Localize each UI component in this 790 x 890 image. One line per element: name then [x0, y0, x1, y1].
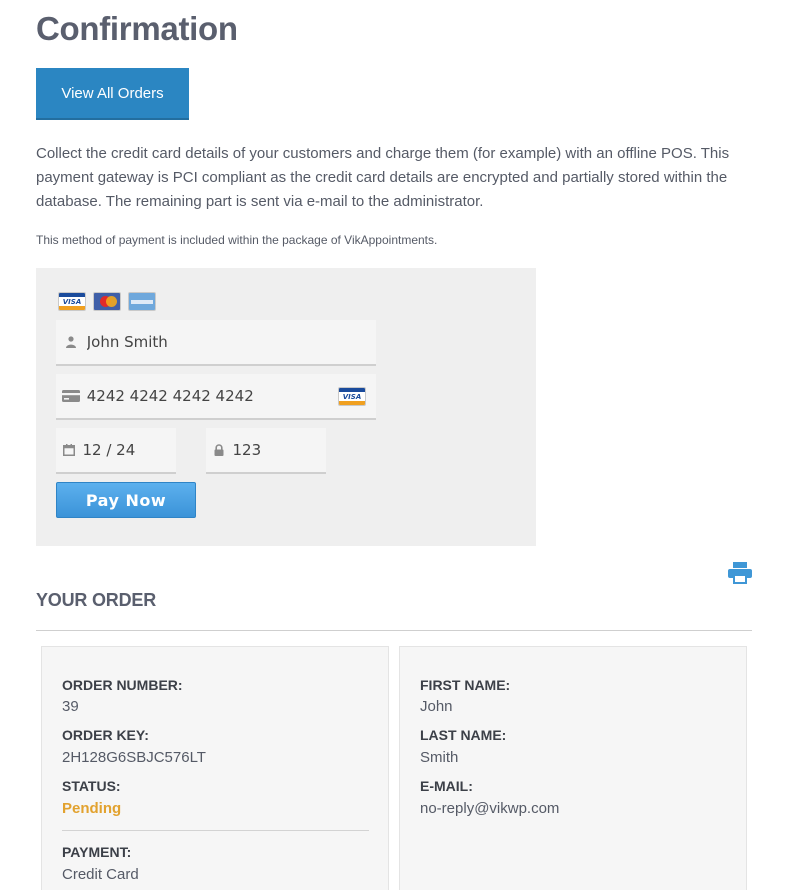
mastercard-card-icon [93, 292, 121, 311]
lock-icon [206, 444, 233, 456]
calendar-icon [56, 444, 83, 456]
credit-card-icon [56, 390, 87, 402]
order-details-panel: ORDER NUMBER: 39 ORDER KEY: 2H128G6SBJC5… [41, 646, 389, 890]
cardholder-name-field[interactable] [56, 320, 376, 366]
first-name-label: FIRST NAME: [420, 677, 511, 693]
amex-card-icon [128, 292, 156, 311]
order-number-label: ORDER NUMBER: [62, 677, 183, 693]
order-key-value: 2H128G6SBJC576LT [62, 749, 206, 766]
card-number-field[interactable]: VISA [56, 374, 376, 420]
last-name-label: LAST NAME: [420, 727, 507, 743]
detected-visa-card-icon: VISA [338, 387, 366, 406]
cardholder-name-input[interactable] [86, 333, 376, 351]
email-value: no-reply@vikwp.com [420, 800, 560, 817]
cvc-field[interactable] [206, 428, 326, 474]
accepted-cards: VISA [58, 292, 156, 311]
user-icon [56, 336, 87, 348]
payment-label: PAYMENT: [62, 844, 132, 860]
cvc-input[interactable] [232, 441, 326, 459]
panel-divider [62, 830, 369, 831]
status-badge: Pending [62, 800, 122, 817]
customer-details-panel: FIRST NAME: John LAST NAME: Smith E-MAIL… [399, 646, 747, 890]
payment-description: Collect the credit card details of your … [36, 145, 730, 210]
visa-card-icon: VISA [58, 292, 86, 311]
status-label: STATUS: [62, 778, 121, 794]
card-number-input[interactable] [86, 387, 376, 405]
divider [36, 630, 752, 631]
payment-note: This method of payment is included withi… [36, 233, 438, 247]
first-name-value: John [420, 698, 453, 715]
your-order-heading: YOUR ORDER [36, 590, 157, 610]
expiry-input[interactable] [82, 441, 176, 459]
page-title: Confirmation [36, 10, 238, 47]
payment-form: VISA VISA Pay Now [36, 268, 536, 546]
email-label: E-MAIL: [420, 778, 473, 794]
expiry-field[interactable] [56, 428, 176, 474]
order-number-value: 39 [62, 698, 79, 715]
print-icon[interactable] [728, 562, 752, 584]
order-key-label: ORDER KEY: [62, 727, 149, 743]
pay-now-button[interactable]: Pay Now [56, 482, 196, 518]
last-name-value: Smith [420, 749, 459, 766]
view-all-orders-button[interactable]: View All Orders [36, 68, 189, 120]
payment-value: Credit Card [62, 866, 139, 883]
